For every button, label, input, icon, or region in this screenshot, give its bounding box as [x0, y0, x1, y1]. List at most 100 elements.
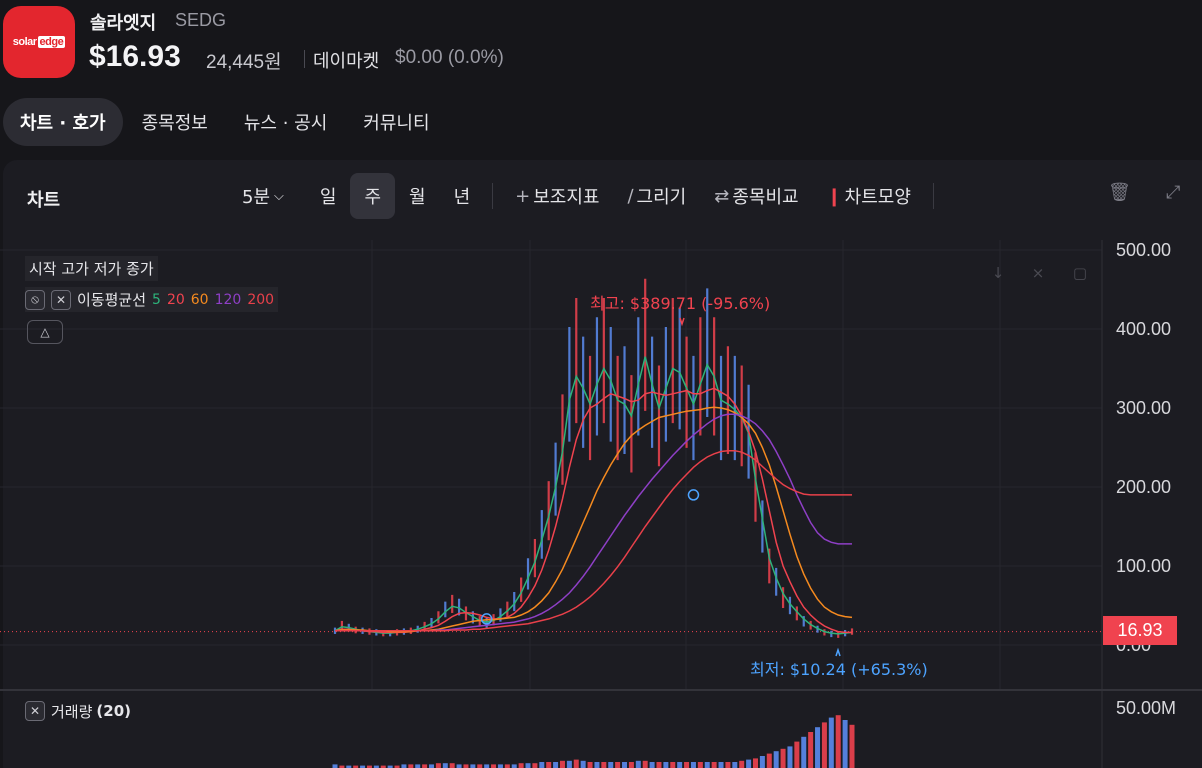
collapse-legend-button[interactable]: △: [27, 320, 63, 344]
volume-bar-10: [401, 764, 407, 768]
volume-bar-36: [580, 760, 586, 768]
volume-bar-43: [628, 762, 634, 768]
y-tick-400: 400.00: [1116, 319, 1172, 339]
volume-bar-21: [477, 764, 483, 768]
y-tick-100: 100.00: [1116, 556, 1172, 576]
volume-bar-15: [435, 763, 441, 768]
volume-bar-45: [642, 760, 648, 768]
volume-bar-57: [725, 762, 731, 768]
volume-bar-34: [566, 760, 572, 768]
volume-bar-41: [615, 762, 621, 768]
volume-bar-35: [573, 759, 579, 768]
ma-60: 60: [190, 291, 209, 308]
volume-bar-38: [594, 762, 600, 768]
volume-bar-16: [442, 763, 448, 768]
volume-bar-59: [739, 760, 745, 768]
volume-bar-60: [746, 759, 752, 768]
volume-bar-56: [718, 762, 724, 768]
ma-legend: ⦸ ✕ 이동평균선 5 20 60 120 200: [25, 287, 279, 312]
ma-line-200: [335, 449, 852, 632]
volume-y-tick: 50.00M: [1116, 698, 1177, 718]
volume-bar-32: [553, 762, 559, 768]
volume-bar-54: [704, 762, 710, 768]
volume-bar-26: [511, 764, 517, 768]
volume-bar-68: [801, 736, 807, 768]
volume-bar-53: [697, 762, 703, 768]
volume-bar-13: [422, 764, 428, 768]
volume-bar-52: [690, 762, 696, 768]
volume-bar-18: [456, 764, 462, 768]
volume-bar-17: [449, 763, 455, 768]
volume-bar-29: [532, 763, 538, 768]
volume-bar-24: [497, 764, 503, 768]
ma-20: 20: [166, 291, 185, 308]
volume-bar-22: [484, 764, 490, 768]
volume-bar-49: [670, 762, 676, 768]
ma-line-120: [335, 413, 852, 632]
y-tick-500: 500.00: [1116, 240, 1172, 260]
volume-bar-39: [601, 762, 607, 768]
ma-line-20: [334, 387, 852, 634]
volume-bar-30: [539, 762, 545, 768]
volume-bar-65: [780, 748, 786, 768]
y-tick-200: 200.00: [1116, 477, 1172, 497]
ma-label: 이동평균선: [77, 291, 147, 309]
volume-bar-70: [815, 727, 821, 768]
chevron-up-icon: △: [40, 325, 50, 339]
volume-bar-72: [828, 717, 834, 768]
volume-bar-27: [518, 763, 524, 768]
volume-label: 거래량: [51, 702, 93, 721]
volume-period: (20): [96, 702, 131, 720]
ma-5: 5: [152, 291, 161, 308]
volume-legend: ✕ 거래량 (20): [25, 699, 131, 723]
scroll-down-icon[interactable]: ↓: [984, 260, 1012, 286]
y-tick-300: 300.00: [1116, 398, 1172, 418]
volume-bar-28: [525, 763, 531, 768]
volume-bar-46: [649, 762, 655, 768]
ma-line-60: [334, 406, 853, 633]
volume-bar-63: [766, 753, 772, 768]
volume-bar-25: [504, 764, 510, 768]
hide-icon[interactable]: ⦸: [25, 289, 45, 310]
collapse-icon[interactable]: ⨯: [1024, 260, 1052, 286]
volume-bar-50: [677, 762, 683, 768]
volume-bar-67: [794, 741, 800, 768]
volume-bar-51: [684, 762, 690, 768]
volume-bar-74: [842, 720, 848, 768]
volume-bar-31: [546, 762, 552, 768]
volume-bar-20: [470, 764, 476, 768]
volume-bar-58: [732, 762, 738, 768]
volume-bar-44: [635, 760, 641, 768]
app-root: solar edge 솔라엣지 SEDG $16.93 24,445원 데이마켓 …: [0, 0, 1202, 768]
volume-bar-33: [559, 760, 565, 768]
volume-bar-75: [849, 724, 855, 768]
ohlc-legend: 시작 고가 저가 종가: [25, 256, 158, 281]
volume-bar-0: [332, 764, 338, 768]
price-chart[interactable]: [0, 0, 1202, 768]
volume-bar-40: [608, 762, 614, 768]
volume-close-icon[interactable]: ✕: [25, 701, 45, 721]
volume-bar-14: [429, 764, 435, 768]
ma-120: 120: [214, 291, 242, 308]
volume-bar-66: [787, 746, 793, 768]
volume-bar-61: [752, 758, 758, 768]
volume-bar-47: [656, 762, 662, 768]
reset-icon[interactable]: ▢: [1066, 260, 1094, 286]
high-annotation: 최고: $389.71 (-95.6%): [590, 294, 771, 313]
signal-marker: [687, 489, 700, 501]
volume-bar-19: [463, 764, 469, 768]
last-price-tag: 16.93: [1103, 616, 1177, 645]
volume-bar-69: [808, 732, 814, 768]
low-annotation: 최저: $10.24 (+65.3%): [750, 660, 928, 679]
volume-bar-42: [622, 762, 628, 768]
close-icon[interactable]: ✕: [51, 289, 71, 310]
volume-bar-12: [415, 764, 421, 768]
volume-bar-48: [663, 762, 669, 768]
volume-bar-64: [773, 751, 779, 768]
volume-bar-62: [759, 756, 765, 768]
volume-bar-73: [835, 715, 841, 768]
volume-bar-71: [821, 722, 827, 768]
ma-200: 200: [247, 291, 275, 308]
volume-bar-37: [587, 762, 593, 768]
volume-bar-23: [491, 764, 497, 768]
